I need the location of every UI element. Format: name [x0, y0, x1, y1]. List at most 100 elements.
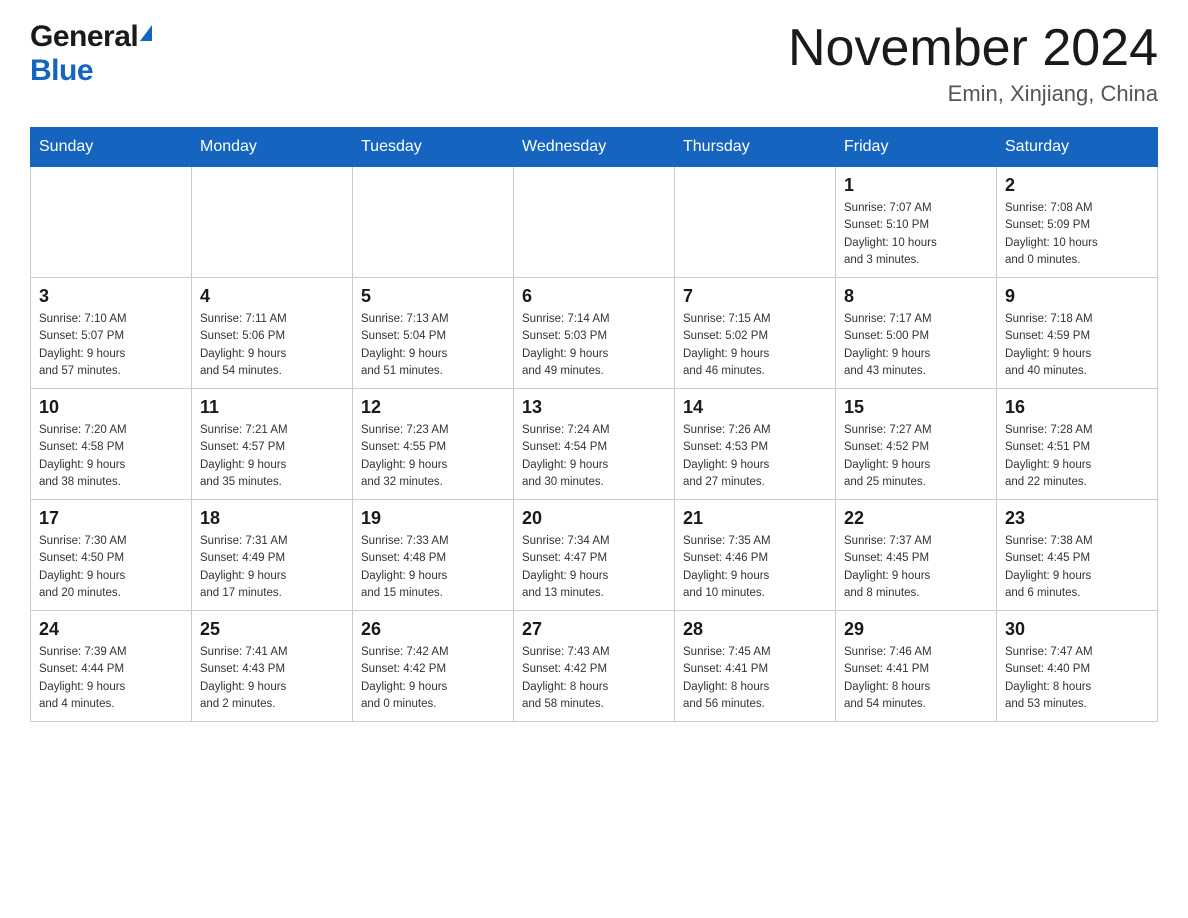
calendar-table: SundayMondayTuesdayWednesdayThursdayFrid…	[30, 127, 1158, 722]
day-info: Sunrise: 7:18 AM Sunset: 4:59 PM Dayligh…	[1005, 311, 1149, 380]
weekday-header-thursday: Thursday	[675, 128, 836, 167]
day-info: Sunrise: 7:07 AM Sunset: 5:10 PM Dayligh…	[844, 200, 988, 269]
weekday-header-wednesday: Wednesday	[514, 128, 675, 167]
weekday-header-monday: Monday	[192, 128, 353, 167]
day-number: 28	[683, 619, 827, 640]
logo-general-text: General	[30, 20, 138, 54]
weekday-header-saturday: Saturday	[997, 128, 1158, 167]
calendar-cell: 16Sunrise: 7:28 AM Sunset: 4:51 PM Dayli…	[997, 389, 1158, 500]
calendar-cell: 19 Sunrise: 7:33 AM Sunset: 4:48 PM Dayli…	[353, 500, 514, 611]
day-info: Sunrise: 7:33 AM Sunset: 4:48 PM Dayligh…	[361, 533, 505, 602]
day-info: Sunrise: 7:26 AM Sunset: 4:53 PM Dayligh…	[683, 422, 827, 491]
day-number: 19	[361, 508, 505, 529]
day-info: Sunrise: 7:47 AM Sunset: 4:40 PM Dayligh…	[1005, 644, 1149, 713]
day-info: Sunrise: 7:27 AM Sunset: 4:52 PM Dayligh…	[844, 422, 988, 491]
week-row-2: 3 Sunrise: 7:10 AM Sunset: 5:07 PM Daylig…	[31, 278, 1158, 389]
calendar-cell: 18 Sunrise: 7:31 AM Sunset: 4:49 PM Dayli…	[192, 500, 353, 611]
day-number: 26	[361, 619, 505, 640]
day-number: 21	[683, 508, 827, 529]
day-number: 3	[39, 286, 183, 307]
day-number: 18	[200, 508, 344, 529]
day-info: Sunrise: 7:37 AM Sunset: 4:45 PM Dayligh…	[844, 533, 988, 602]
calendar-cell: 9Sunrise: 7:18 AM Sunset: 4:59 PM Daylig…	[997, 278, 1158, 389]
calendar-cell	[192, 167, 353, 278]
day-info: Sunrise: 7:34 AM Sunset: 4:47 PM Dayligh…	[522, 533, 666, 602]
weekday-header-sunday: Sunday	[31, 128, 192, 167]
weekday-header-row: SundayMondayTuesdayWednesdayThursdayFrid…	[31, 128, 1158, 167]
weekday-header-tuesday: Tuesday	[353, 128, 514, 167]
logo-flag-icon	[140, 25, 152, 41]
day-number: 30	[1005, 619, 1149, 640]
day-info: Sunrise: 7:10 AM Sunset: 5:07 PM Dayligh…	[39, 311, 183, 380]
calendar-cell: 2 Sunrise: 7:08 AM Sunset: 5:09 PM Daylig…	[997, 167, 1158, 278]
calendar-cell: 3 Sunrise: 7:10 AM Sunset: 5:07 PM Daylig…	[31, 278, 192, 389]
calendar-cell: 21 Sunrise: 7:35 AM Sunset: 4:46 PM Dayli…	[675, 500, 836, 611]
day-info: Sunrise: 7:08 AM Sunset: 5:09 PM Dayligh…	[1005, 200, 1149, 269]
calendar-cell	[31, 167, 192, 278]
calendar-cell: 7 Sunrise: 7:15 AM Sunset: 5:02 PM Daylig…	[675, 278, 836, 389]
calendar-cell: 12 Sunrise: 7:23 AM Sunset: 4:55 PM Dayli…	[353, 389, 514, 500]
day-number: 7	[683, 286, 827, 307]
calendar-title: November 2024	[788, 20, 1158, 77]
calendar-cell: 11 Sunrise: 7:21 AM Sunset: 4:57 PM Dayli…	[192, 389, 353, 500]
day-number: 16	[1005, 397, 1149, 418]
week-row-3: 10 Sunrise: 7:20 AM Sunset: 4:58 PM Dayli…	[31, 389, 1158, 500]
day-info: Sunrise: 7:35 AM Sunset: 4:46 PM Dayligh…	[683, 533, 827, 602]
day-number: 11	[200, 397, 344, 418]
day-number: 15	[844, 397, 988, 418]
calendar-cell: 6 Sunrise: 7:14 AM Sunset: 5:03 PM Daylig…	[514, 278, 675, 389]
day-number: 29	[844, 619, 988, 640]
day-number: 2	[1005, 175, 1149, 196]
day-number: 27	[522, 619, 666, 640]
calendar-cell: 25 Sunrise: 7:41 AM Sunset: 4:43 PM Dayli…	[192, 611, 353, 722]
day-number: 17	[39, 508, 183, 529]
day-info: Sunrise: 7:20 AM Sunset: 4:58 PM Dayligh…	[39, 422, 183, 491]
day-info: Sunrise: 7:41 AM Sunset: 4:43 PM Dayligh…	[200, 644, 344, 713]
day-info: Sunrise: 7:21 AM Sunset: 4:57 PM Dayligh…	[200, 422, 344, 491]
calendar-cell: 22 Sunrise: 7:37 AM Sunset: 4:45 PM Dayli…	[836, 500, 997, 611]
calendar-cell: 27Sunrise: 7:43 AM Sunset: 4:42 PM Dayli…	[514, 611, 675, 722]
calendar-cell	[353, 167, 514, 278]
calendar-cell: 4 Sunrise: 7:11 AM Sunset: 5:06 PM Daylig…	[192, 278, 353, 389]
calendar-cell: 13Sunrise: 7:24 AM Sunset: 4:54 PM Dayli…	[514, 389, 675, 500]
logo: General Blue	[30, 20, 152, 88]
day-info: Sunrise: 7:15 AM Sunset: 5:02 PM Dayligh…	[683, 311, 827, 380]
day-info: Sunrise: 7:39 AM Sunset: 4:44 PM Dayligh…	[39, 644, 183, 713]
day-number: 10	[39, 397, 183, 418]
calendar-cell	[675, 167, 836, 278]
calendar-cell: 5Sunrise: 7:13 AM Sunset: 5:04 PM Daylig…	[353, 278, 514, 389]
calendar-cell: 1 Sunrise: 7:07 AM Sunset: 5:10 PM Daylig…	[836, 167, 997, 278]
day-info: Sunrise: 7:42 AM Sunset: 4:42 PM Dayligh…	[361, 644, 505, 713]
calendar-cell: 23 Sunrise: 7:38 AM Sunset: 4:45 PM Dayli…	[997, 500, 1158, 611]
title-area: November 2024 Emin, Xinjiang, China	[788, 20, 1158, 107]
calendar-cell: 14 Sunrise: 7:26 AM Sunset: 4:53 PM Dayli…	[675, 389, 836, 500]
day-info: Sunrise: 7:23 AM Sunset: 4:55 PM Dayligh…	[361, 422, 505, 491]
calendar-cell: 10 Sunrise: 7:20 AM Sunset: 4:58 PM Dayli…	[31, 389, 192, 500]
day-number: 8	[844, 286, 988, 307]
day-number: 22	[844, 508, 988, 529]
calendar-cell: 30 Sunrise: 7:47 AM Sunset: 4:40 PM Dayli…	[997, 611, 1158, 722]
week-row-1: 1 Sunrise: 7:07 AM Sunset: 5:10 PM Daylig…	[31, 167, 1158, 278]
day-number: 23	[1005, 508, 1149, 529]
day-number: 1	[844, 175, 988, 196]
day-number: 25	[200, 619, 344, 640]
calendar-cell: 24 Sunrise: 7:39 AM Sunset: 4:44 PM Dayli…	[31, 611, 192, 722]
day-info: Sunrise: 7:11 AM Sunset: 5:06 PM Dayligh…	[200, 311, 344, 380]
day-info: Sunrise: 7:13 AM Sunset: 5:04 PM Dayligh…	[361, 311, 505, 380]
day-number: 12	[361, 397, 505, 418]
calendar-cell: 20 Sunrise: 7:34 AM Sunset: 4:47 PM Dayli…	[514, 500, 675, 611]
day-number: 24	[39, 619, 183, 640]
day-info: Sunrise: 7:38 AM Sunset: 4:45 PM Dayligh…	[1005, 533, 1149, 602]
day-info: Sunrise: 7:31 AM Sunset: 4:49 PM Dayligh…	[200, 533, 344, 602]
day-number: 14	[683, 397, 827, 418]
calendar-cell: 29Sunrise: 7:46 AM Sunset: 4:41 PM Dayli…	[836, 611, 997, 722]
day-info: Sunrise: 7:14 AM Sunset: 5:03 PM Dayligh…	[522, 311, 666, 380]
day-info: Sunrise: 7:45 AM Sunset: 4:41 PM Dayligh…	[683, 644, 827, 713]
day-number: 4	[200, 286, 344, 307]
week-row-4: 17Sunrise: 7:30 AM Sunset: 4:50 PM Dayli…	[31, 500, 1158, 611]
calendar-cell: 8 Sunrise: 7:17 AM Sunset: 5:00 PM Daylig…	[836, 278, 997, 389]
day-number: 20	[522, 508, 666, 529]
day-info: Sunrise: 7:17 AM Sunset: 5:00 PM Dayligh…	[844, 311, 988, 380]
day-number: 6	[522, 286, 666, 307]
calendar-cell: 26 Sunrise: 7:42 AM Sunset: 4:42 PM Dayli…	[353, 611, 514, 722]
